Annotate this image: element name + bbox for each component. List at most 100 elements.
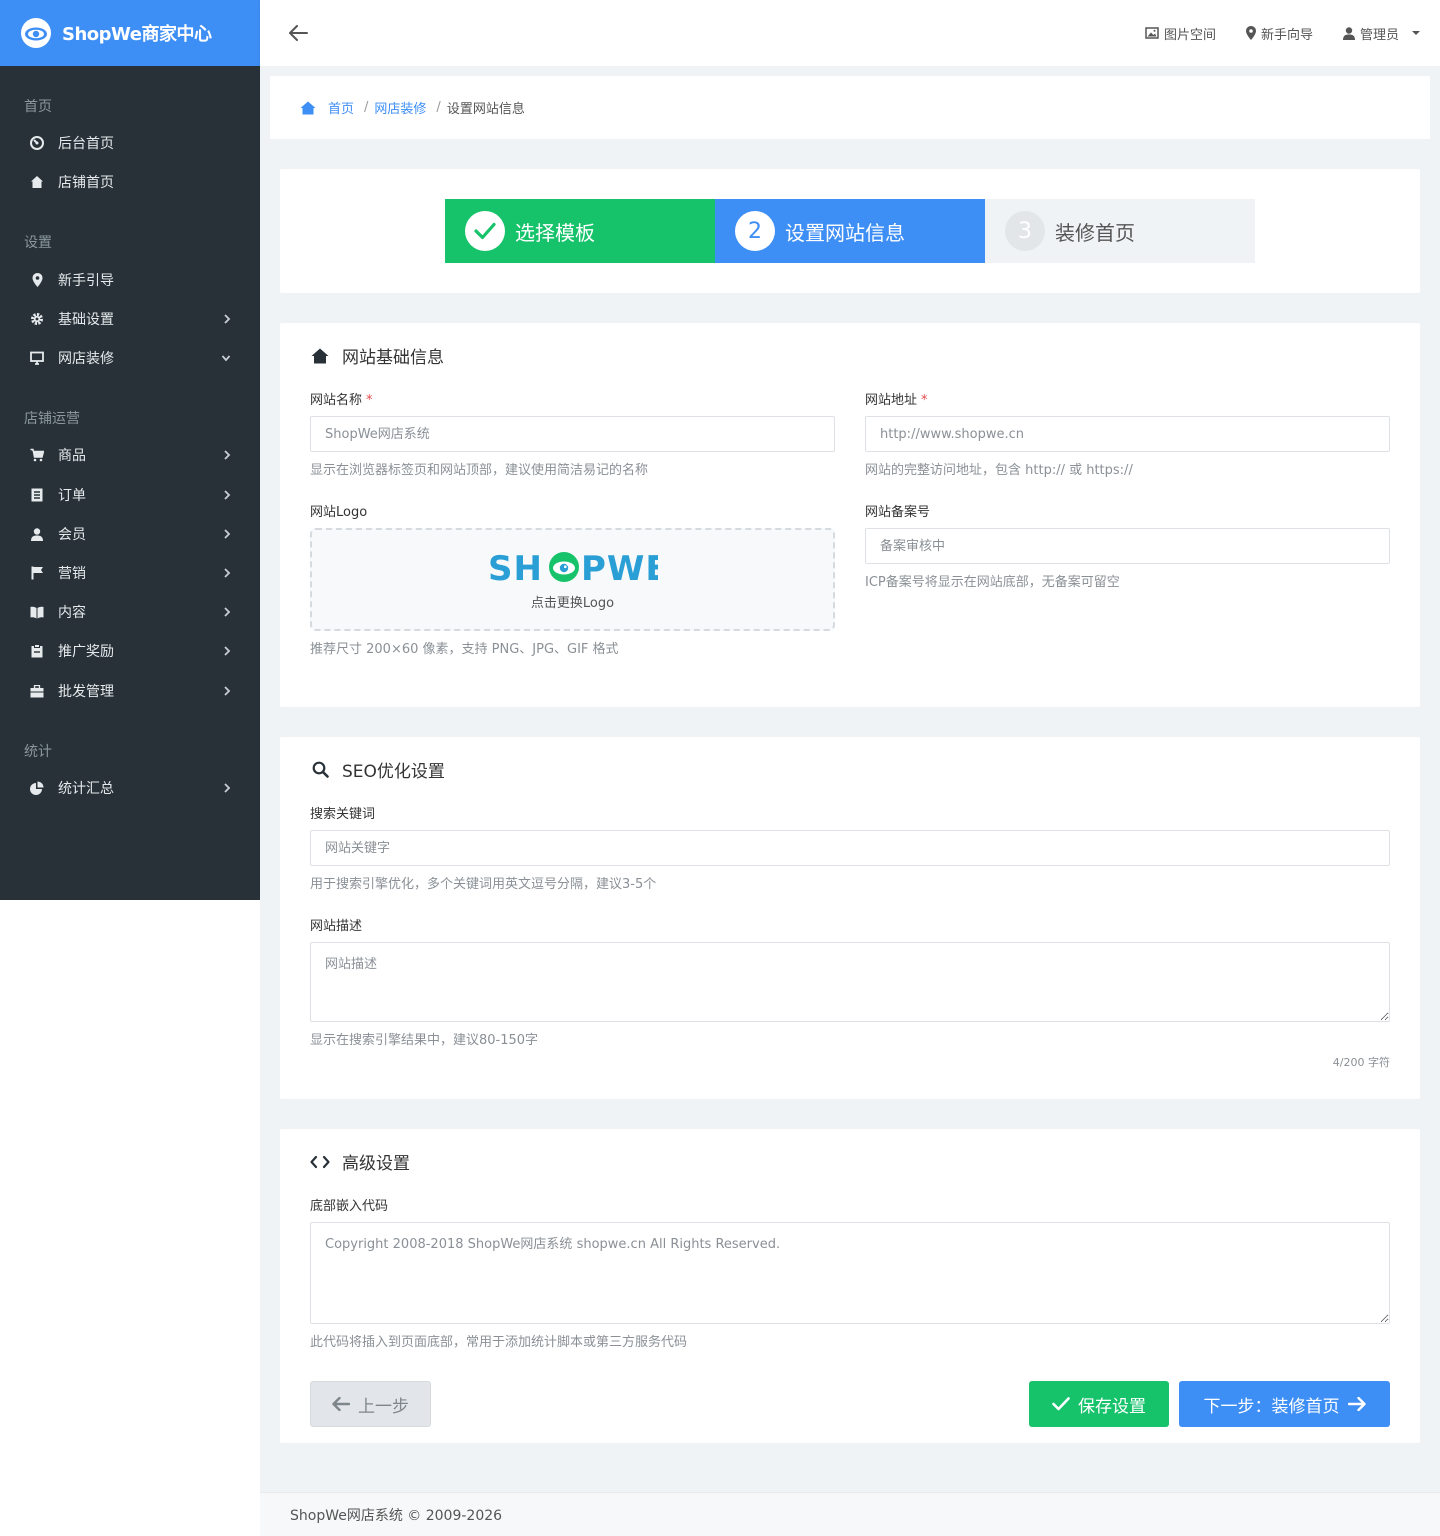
chevron-right-icon — [224, 607, 231, 617]
home-icon — [31, 176, 43, 188]
site-url-input[interactable] — [865, 416, 1390, 452]
arrow-right-icon — [1347, 1397, 1366, 1411]
sidebar-item-label: 推广奖励 — [58, 644, 114, 660]
keywords-label: 搜索关键词 — [310, 807, 376, 822]
icp-label: 网站备案号 — [865, 505, 931, 520]
chevron-down-icon — [221, 355, 231, 362]
sidebar-group-settings: 设置 — [24, 235, 52, 251]
logo-upload-area[interactable]: SH PWE 点击更换Logo — [310, 528, 835, 631]
site-name-input[interactable] — [310, 416, 835, 452]
home-icon — [310, 346, 330, 366]
section-title: 高级设置 — [342, 1154, 410, 1174]
image-space-label: 图片空间 — [1163, 27, 1216, 43]
gear-icon — [31, 313, 43, 325]
sidebar-item-marketing[interactable]: 营销 — [0, 558, 260, 588]
step-site-info[interactable]: 2 设置网站信息 — [715, 199, 985, 263]
footer-code-textarea[interactable] — [310, 1222, 1390, 1324]
sidebar-item-dashboard[interactable]: 后台首页 — [0, 128, 260, 158]
description-counter: 4/200 字符 — [1332, 1056, 1390, 1069]
pie-chart-icon — [30, 781, 44, 795]
footer-code-label: 底部嵌入代码 — [310, 1199, 389, 1214]
sidebar-item-members[interactable]: 会员 — [0, 519, 260, 549]
sidebar-item-label: 新手引导 — [58, 273, 114, 289]
chevron-right-icon — [224, 686, 231, 696]
save-button[interactable]: 保存设置 — [1029, 1381, 1169, 1427]
arrow-left-icon — [332, 1397, 350, 1411]
book-icon — [30, 606, 44, 618]
sidebar-item-shop-decoration[interactable]: 网店装修 — [0, 343, 260, 373]
steps-card: 选择模板 2 设置网站信息 3 装修首页 — [280, 169, 1420, 293]
sidebar-item-label: 店铺首页 — [58, 175, 114, 191]
step-label: 设置网站信息 — [785, 220, 905, 245]
code-icon — [310, 1152, 330, 1172]
admin-menu[interactable]: 管理员 — [1342, 24, 1422, 43]
sidebar-item-products[interactable]: 商品 — [0, 440, 260, 470]
chevron-right-icon — [224, 646, 231, 656]
sidebar-group-operations: 店铺运营 — [24, 411, 80, 427]
next-label: 下一步：装修首页 — [1203, 1396, 1340, 1417]
sidebar-group-home: 首页 — [24, 99, 52, 115]
svg-text:PWE: PWE — [581, 549, 658, 586]
sidebar: 首页 后台首页 店铺首页 设置 新手引导 基础设置 网店装修 店铺运营 商品 订… — [0, 66, 260, 900]
chevron-right-icon — [224, 450, 231, 460]
sidebar-item-label: 批发管理 — [58, 684, 114, 700]
clipboard-icon — [31, 644, 43, 658]
sidebar-item-promotion-rewards[interactable]: 推广奖励 — [0, 636, 260, 666]
keywords-help: 用于搜索引擎优化，多个关键词用英文逗号分隔，建议3-5个 — [310, 877, 657, 892]
description-label: 网站描述 — [310, 919, 363, 934]
sidebar-item-statistics-summary[interactable]: 统计汇总 — [0, 773, 260, 803]
save-label: 保存设置 — [1078, 1396, 1146, 1417]
sidebar-item-basic-settings[interactable]: 基础设置 — [0, 304, 260, 334]
check-icon — [1052, 1397, 1070, 1411]
upload-hint: 点击更换Logo — [530, 596, 615, 611]
brand-name: ShopWe商家中心 — [62, 24, 212, 45]
sidebar-item-content[interactable]: 内容 — [0, 597, 260, 627]
image-space-link[interactable]: 图片空间 — [1145, 24, 1216, 43]
user-icon — [1342, 26, 1355, 40]
basic-info-card: 网站基础信息 网站名称* 显示在浏览器标签页和网站顶部，建议使用简洁易记的名称 … — [280, 323, 1420, 707]
footer-code-help: 此代码将插入到页面底部，常用于添加统计脚本或第三方服务代码 — [310, 1335, 688, 1350]
description-textarea[interactable] — [310, 942, 1390, 1022]
cart-icon — [30, 448, 44, 462]
guide-link[interactable]: 新手向导 — [1245, 24, 1313, 43]
chevron-right-icon — [224, 314, 231, 324]
breadcrumb-home-link[interactable]: 首页 — [328, 98, 354, 117]
next-step-button[interactable]: 下一步：装修首页 — [1179, 1381, 1390, 1427]
site-url-label: 网站地址 * — [865, 393, 928, 408]
sidebar-item-wholesale[interactable]: 批发管理 — [0, 676, 260, 706]
section-title: 网站基础信息 — [342, 348, 444, 368]
step-number: 3 — [1005, 211, 1045, 251]
prev-step-button[interactable]: 上一步 — [310, 1381, 431, 1427]
step-select-template[interactable]: 选择模板 — [445, 199, 715, 263]
sidebar-item-label: 统计汇总 — [58, 781, 114, 797]
step-decorate-home[interactable]: 3 装修首页 — [985, 199, 1255, 263]
caret-down-icon — [1412, 31, 1420, 35]
step-label: 选择模板 — [515, 220, 595, 245]
dashboard-icon — [30, 136, 44, 150]
page-footer: ShopWe网店系统 © 2009-2026 — [260, 1492, 1440, 1536]
document-icon — [31, 488, 43, 502]
back-arrow-icon[interactable] — [288, 22, 310, 44]
brand-logo[interactable]: ShopWe商家中心 — [0, 0, 260, 66]
topbar: 图片空间 新手向导 管理员 — [260, 0, 1440, 66]
sidebar-item-shop-home[interactable]: 店铺首页 — [0, 167, 260, 197]
svg-text:SH: SH — [488, 549, 543, 586]
guide-label: 新手向导 — [1260, 27, 1313, 43]
sidebar-item-label: 后台首页 — [58, 136, 114, 152]
eye-logo-icon — [21, 18, 51, 48]
sidebar-item-label: 商品 — [58, 448, 86, 464]
chevron-right-icon — [224, 529, 231, 539]
icp-input[interactable] — [865, 528, 1390, 564]
sidebar-item-guide[interactable]: 新手引导 — [0, 265, 260, 295]
breadcrumb-section-link[interactable]: 网店装修 — [374, 98, 426, 117]
sidebar-item-orders[interactable]: 订单 — [0, 480, 260, 510]
sidebar-item-label: 营销 — [58, 566, 86, 582]
sidebar-item-label: 基础设置 — [58, 312, 114, 328]
keywords-input[interactable] — [310, 830, 1390, 866]
monitor-icon — [30, 351, 44, 365]
step-label: 装修首页 — [1055, 220, 1135, 245]
admin-label: 管理员 — [1359, 27, 1399, 43]
icp-help: ICP备案号将显示在网站底部，无备案可留空 — [865, 575, 1120, 590]
map-pin-icon — [32, 273, 42, 287]
site-url-help: 网站的完整访问地址，包含 http:// 或 https:// — [865, 463, 1133, 478]
